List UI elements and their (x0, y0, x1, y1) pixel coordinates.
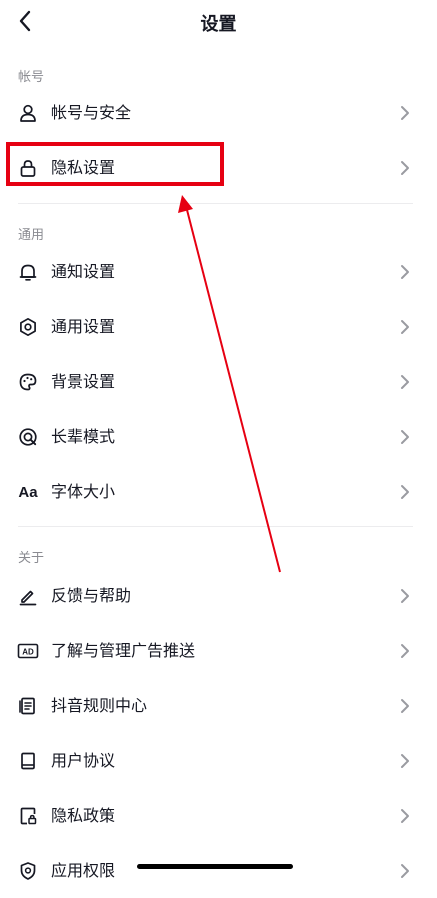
item-account-security[interactable]: 帐号与安全 (0, 86, 437, 140)
item-user-agreement[interactable]: 用户协议 (0, 734, 437, 788)
shield-icon (16, 859, 40, 883)
item-background-settings[interactable]: 背景设置 (0, 355, 437, 409)
item-label: 应用权限 (51, 861, 116, 880)
chevron-right-icon (401, 699, 409, 713)
chevron-right-icon (401, 320, 409, 334)
item-rules-center[interactable]: 抖音规则中心 (0, 679, 437, 733)
chevron-right-icon (401, 754, 409, 768)
font-size-icon: Aa (18, 483, 38, 501)
item-feedback-help[interactable]: 反馈与帮助 (0, 569, 437, 623)
chevron-right-icon (401, 430, 409, 444)
section-label-about: 关于 (18, 551, 45, 566)
top-bar: 设置 (0, 0, 437, 44)
item-label: 帐号与安全 (51, 103, 132, 122)
item-privacy-policy[interactable]: 隐私政策 (0, 789, 437, 843)
privacy-document-icon (16, 804, 40, 828)
chevron-right-icon (401, 161, 409, 175)
item-ad-management[interactable]: AD 了解与管理广告推送 (0, 624, 437, 678)
chevron-right-icon (401, 644, 409, 658)
elder-mode-icon (16, 425, 40, 449)
item-privacy-settings[interactable]: 隐私设置 (0, 141, 437, 195)
item-app-permissions[interactable]: 应用权限 (0, 844, 437, 898)
chevron-right-icon (401, 809, 409, 823)
palette-icon (16, 370, 40, 394)
svg-text:AD: AD (22, 648, 34, 657)
item-label: 了解与管理广告推送 (51, 641, 196, 660)
item-notification-settings[interactable]: 通知设置 (0, 245, 437, 299)
chevron-right-icon (401, 864, 409, 878)
book-icon (16, 749, 40, 773)
lock-icon (16, 156, 40, 180)
ad-icon: AD (16, 639, 40, 663)
chevron-right-icon (401, 485, 409, 499)
item-label: 抖音规则中心 (51, 696, 148, 715)
section-divider (18, 526, 413, 527)
bell-icon (16, 260, 40, 284)
item-label: 用户协议 (51, 751, 116, 770)
section-label-general: 通用 (18, 228, 45, 243)
item-font-size[interactable]: Aa 字体大小 (0, 465, 437, 519)
user-icon (16, 101, 40, 125)
item-label: 隐私政策 (51, 806, 116, 825)
section-label-account: 帐号 (18, 70, 45, 85)
item-label: 通知设置 (51, 262, 116, 281)
section-divider (18, 203, 413, 204)
edit-pen-icon (16, 584, 40, 608)
item-elder-mode[interactable]: 长辈模式 (0, 410, 437, 464)
item-label: 字体大小 (51, 482, 116, 501)
annotation-arrowhead (178, 195, 193, 213)
chevron-right-icon (401, 106, 409, 120)
document-list-icon (16, 694, 40, 718)
item-label: 通用设置 (51, 317, 116, 336)
chevron-right-icon (401, 589, 409, 603)
item-label: 背景设置 (51, 372, 116, 391)
item-label: 反馈与帮助 (51, 586, 132, 605)
item-label: 长辈模式 (51, 427, 116, 446)
home-indicator (137, 864, 293, 869)
chevron-right-icon (401, 375, 409, 389)
gear-icon (16, 315, 40, 339)
page-title: 设置 (200, 14, 237, 35)
chevron-right-icon (401, 265, 409, 279)
item-general-settings[interactable]: 通用设置 (0, 300, 437, 354)
item-label: 隐私设置 (51, 158, 116, 177)
